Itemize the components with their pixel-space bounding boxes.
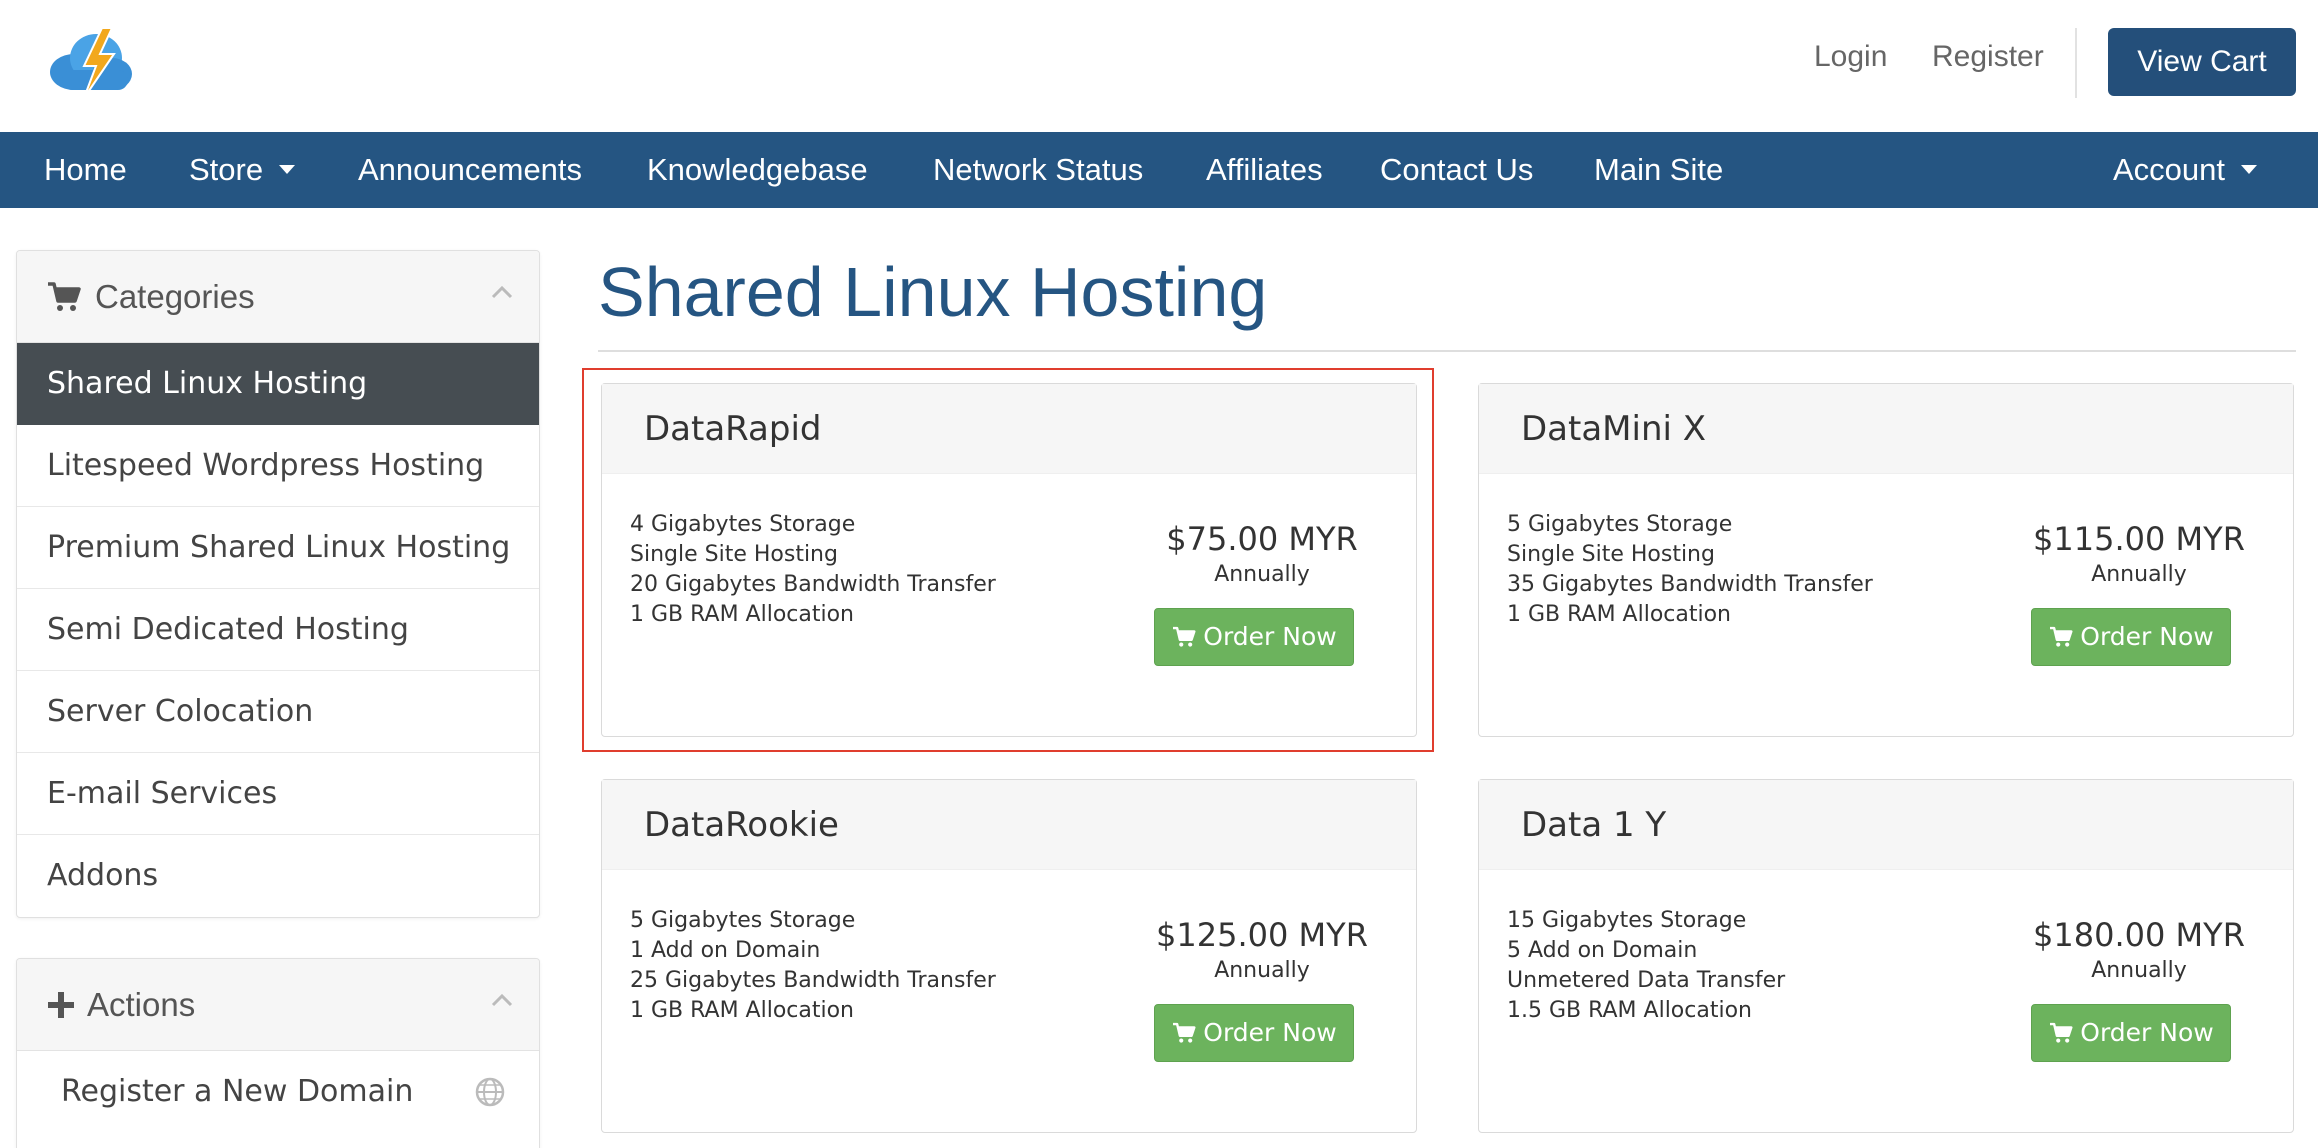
category-shared-linux-hosting[interactable]: Shared Linux Hosting	[17, 343, 539, 425]
page-title: Shared Linux Hosting	[598, 253, 1268, 331]
feature-item: 5 Add on Domain	[1507, 938, 1698, 963]
site-header: Login Register View Cart	[0, 0, 2318, 132]
feature-item: 1 GB RAM Allocation	[1507, 602, 1731, 627]
product-card-datarapid: DataRapid 4 Gigabytes Storage Single Sit…	[601, 383, 1417, 737]
category-semi-dedicated-hosting[interactable]: Semi Dedicated Hosting	[17, 589, 539, 671]
feature-item: 1 GB RAM Allocation	[630, 998, 854, 1023]
cloud-lightning-logo-icon[interactable]	[44, 24, 134, 100]
billing-cycle: Annually	[2091, 958, 2187, 983]
category-server-colocation[interactable]: Server Colocation	[17, 671, 539, 753]
feature-item: 5 Gigabytes Storage	[630, 908, 856, 933]
product-card-datamini-x: DataMini X 5 Gigabytes Storage Single Si…	[1478, 383, 2294, 737]
nav-account[interactable]: Account	[2113, 132, 2258, 208]
feature-item: 15 Gigabytes Storage	[1507, 908, 1747, 933]
order-now-button[interactable]: Order Now	[2031, 608, 2231, 666]
order-now-button[interactable]: Order Now	[1154, 608, 1354, 666]
product-price: $115.00 MYR	[2033, 520, 2245, 558]
actions-panel-header[interactable]: Actions	[17, 959, 539, 1051]
nav-contact-us[interactable]: Contact Us	[1380, 132, 1533, 208]
nav-home[interactable]: Home	[44, 132, 127, 208]
feature-item: 5 Gigabytes Storage	[1507, 512, 1733, 537]
feature-item: Single Site Hosting	[630, 542, 838, 567]
feature-item: 1 Add on Domain	[630, 938, 821, 963]
feature-item: 25 Gigabytes Bandwidth Transfer	[630, 968, 996, 993]
chevron-up-icon[interactable]	[491, 993, 513, 1007]
title-divider	[598, 350, 2296, 352]
category-email-services[interactable]: E-mail Services	[17, 753, 539, 835]
nav-account-label: Account	[2113, 152, 2226, 187]
product-features: 15 Gigabytes Storage 5 Add on Domain Unm…	[1507, 906, 1785, 1026]
feature-item: 35 Gigabytes Bandwidth Transfer	[1507, 572, 1873, 597]
categories-title: Categories	[95, 278, 255, 315]
product-card-data-1-y: Data 1 Y 15 Gigabytes Storage 5 Add on D…	[1478, 779, 2294, 1133]
feature-item: 4 Gigabytes Storage	[630, 512, 856, 537]
caret-down-icon	[279, 165, 296, 175]
category-litespeed-wordpress-hosting[interactable]: Litespeed Wordpress Hosting	[17, 425, 539, 507]
view-cart-button[interactable]: View Cart	[2108, 28, 2296, 96]
nav-network-status[interactable]: Network Status	[933, 132, 1143, 208]
feature-item: Unmetered Data Transfer	[1507, 968, 1786, 993]
product-features: 4 Gigabytes Storage Single Site Hosting …	[630, 510, 996, 630]
cart-icon	[2050, 1022, 2073, 1043]
product-name: DataRapid	[602, 384, 1416, 474]
chevron-up-icon[interactable]	[491, 285, 513, 299]
caret-down-icon	[2241, 165, 2258, 175]
product-name: DataMini X	[1479, 384, 2293, 474]
product-card-datarookie: DataRookie 5 Gigabytes Storage 1 Add on …	[601, 779, 1417, 1133]
feature-item: 1.5 GB RAM Allocation	[1507, 998, 1752, 1023]
categories-panel-header[interactable]: Categories	[17, 251, 539, 343]
cart-icon	[1173, 1022, 1196, 1043]
feature-item: 20 Gigabytes Bandwidth Transfer	[630, 572, 996, 597]
categories-panel: Categories Shared Linux Hosting Litespee…	[16, 250, 540, 918]
product-price: $75.00 MYR	[1166, 520, 1358, 558]
order-now-label: Order Now	[1203, 1018, 1337, 1047]
nav-main-site[interactable]: Main Site	[1594, 132, 1723, 208]
cart-icon	[1173, 626, 1196, 647]
billing-cycle: Annually	[1214, 958, 1310, 983]
cart-icon	[48, 282, 81, 311]
cart-icon	[2050, 626, 2073, 647]
order-now-label: Order Now	[1203, 622, 1337, 651]
nav-knowledgebase[interactable]: Knowledgebase	[647, 132, 868, 208]
register-link[interactable]: Register	[1932, 40, 2044, 74]
main-navbar: Home Store Announcements Knowledgebase N…	[0, 132, 2318, 208]
actions-panel: Actions Register a New Domain	[16, 958, 540, 1148]
globe-icon	[475, 1077, 505, 1107]
product-features: 5 Gigabytes Storage Single Site Hosting …	[1507, 510, 1873, 630]
order-now-button[interactable]: Order Now	[1154, 1004, 1354, 1062]
product-price: $125.00 MYR	[1156, 916, 1368, 954]
header-divider	[2075, 28, 2077, 98]
order-now-label: Order Now	[2080, 1018, 2214, 1047]
order-now-button[interactable]: Order Now	[2031, 1004, 2231, 1062]
product-name: Data 1 Y	[1479, 780, 2293, 870]
category-addons[interactable]: Addons	[17, 835, 539, 917]
billing-cycle: Annually	[2091, 562, 2187, 587]
nav-announcements[interactable]: Announcements	[358, 132, 582, 208]
feature-item: Single Site Hosting	[1507, 542, 1715, 567]
plus-icon	[48, 992, 74, 1018]
feature-item: 1 GB RAM Allocation	[630, 602, 854, 627]
product-price: $180.00 MYR	[2033, 916, 2245, 954]
billing-cycle: Annually	[1214, 562, 1310, 587]
product-features: 5 Gigabytes Storage 1 Add on Domain 25 G…	[630, 906, 996, 1026]
nav-store-label: Store	[189, 152, 264, 187]
nav-store[interactable]: Store	[189, 132, 296, 208]
action-register-new-domain-label: Register a New Domain	[61, 1074, 414, 1109]
nav-affiliates[interactable]: Affiliates	[1206, 132, 1323, 208]
order-now-label: Order Now	[2080, 622, 2214, 651]
category-premium-shared-linux-hosting[interactable]: Premium Shared Linux Hosting	[17, 507, 539, 589]
action-register-new-domain[interactable]: Register a New Domain	[17, 1051, 539, 1133]
actions-title: Actions	[87, 986, 196, 1023]
login-link[interactable]: Login	[1814, 40, 1887, 74]
product-name: DataRookie	[602, 780, 1416, 870]
